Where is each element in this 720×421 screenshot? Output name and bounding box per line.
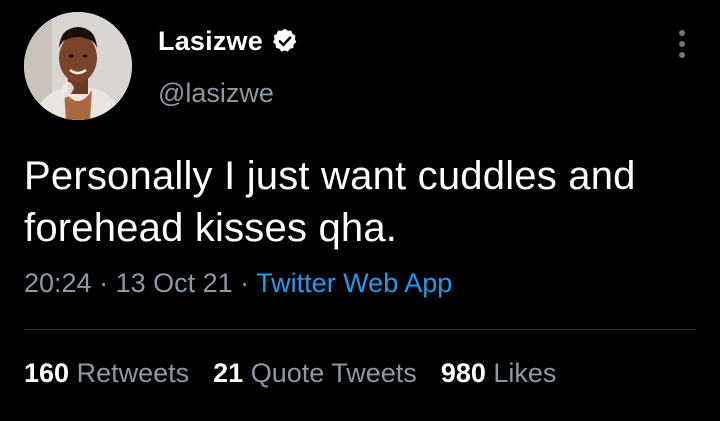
avatar-photo [24, 12, 132, 120]
author-header: Lasizwe @lasizwe [158, 24, 299, 109]
handle[interactable]: @lasizwe [158, 78, 299, 109]
avatar[interactable] [24, 12, 132, 120]
tweet-text-line-1: Personally I just want cuddles and [24, 154, 636, 198]
more-options-icon[interactable] [672, 30, 692, 58]
quote-tweets-count: 21 [213, 358, 244, 388]
tweet-source-link[interactable]: Twitter Web App [256, 268, 452, 298]
likes-count: 980 [440, 358, 486, 388]
more-dot [679, 52, 685, 58]
tweet-time[interactable]: 20:24 [24, 268, 92, 298]
likes-label: Likes [493, 358, 557, 388]
tweet-date[interactable]: 13 Oct 21 [116, 268, 233, 298]
meta-separator: · [91, 268, 116, 298]
display-name[interactable]: Lasizwe [158, 26, 263, 57]
meta-separator: · [232, 268, 257, 298]
retweets-label: Retweets [76, 358, 190, 388]
quote-tweets-stat[interactable]: 21 Quote Tweets [213, 358, 417, 389]
tweet-text-line-2: forehead kisses qha. [24, 206, 398, 250]
more-dot [679, 30, 685, 36]
likes-stat[interactable]: 980 Likes [441, 358, 557, 389]
tweet-text: Personally I just want cuddles and foreh… [24, 150, 704, 254]
retweets-stat[interactable]: 160 Retweets [24, 358, 189, 389]
name-row: Lasizwe [158, 24, 299, 58]
verified-badge-icon [271, 27, 299, 55]
divider [24, 329, 696, 330]
retweets-count: 160 [24, 358, 70, 388]
more-dot [679, 41, 685, 47]
quote-tweets-label: Quote Tweets [250, 358, 417, 388]
tweet-card: Lasizwe @lasizwe Personally I just want … [0, 0, 720, 421]
engagement-stats: 160 Retweets 21 Quote Tweets 980 Likes [24, 358, 556, 389]
tweet-meta: 20:24 · 13 Oct 21 · Twitter Web App [24, 268, 452, 299]
